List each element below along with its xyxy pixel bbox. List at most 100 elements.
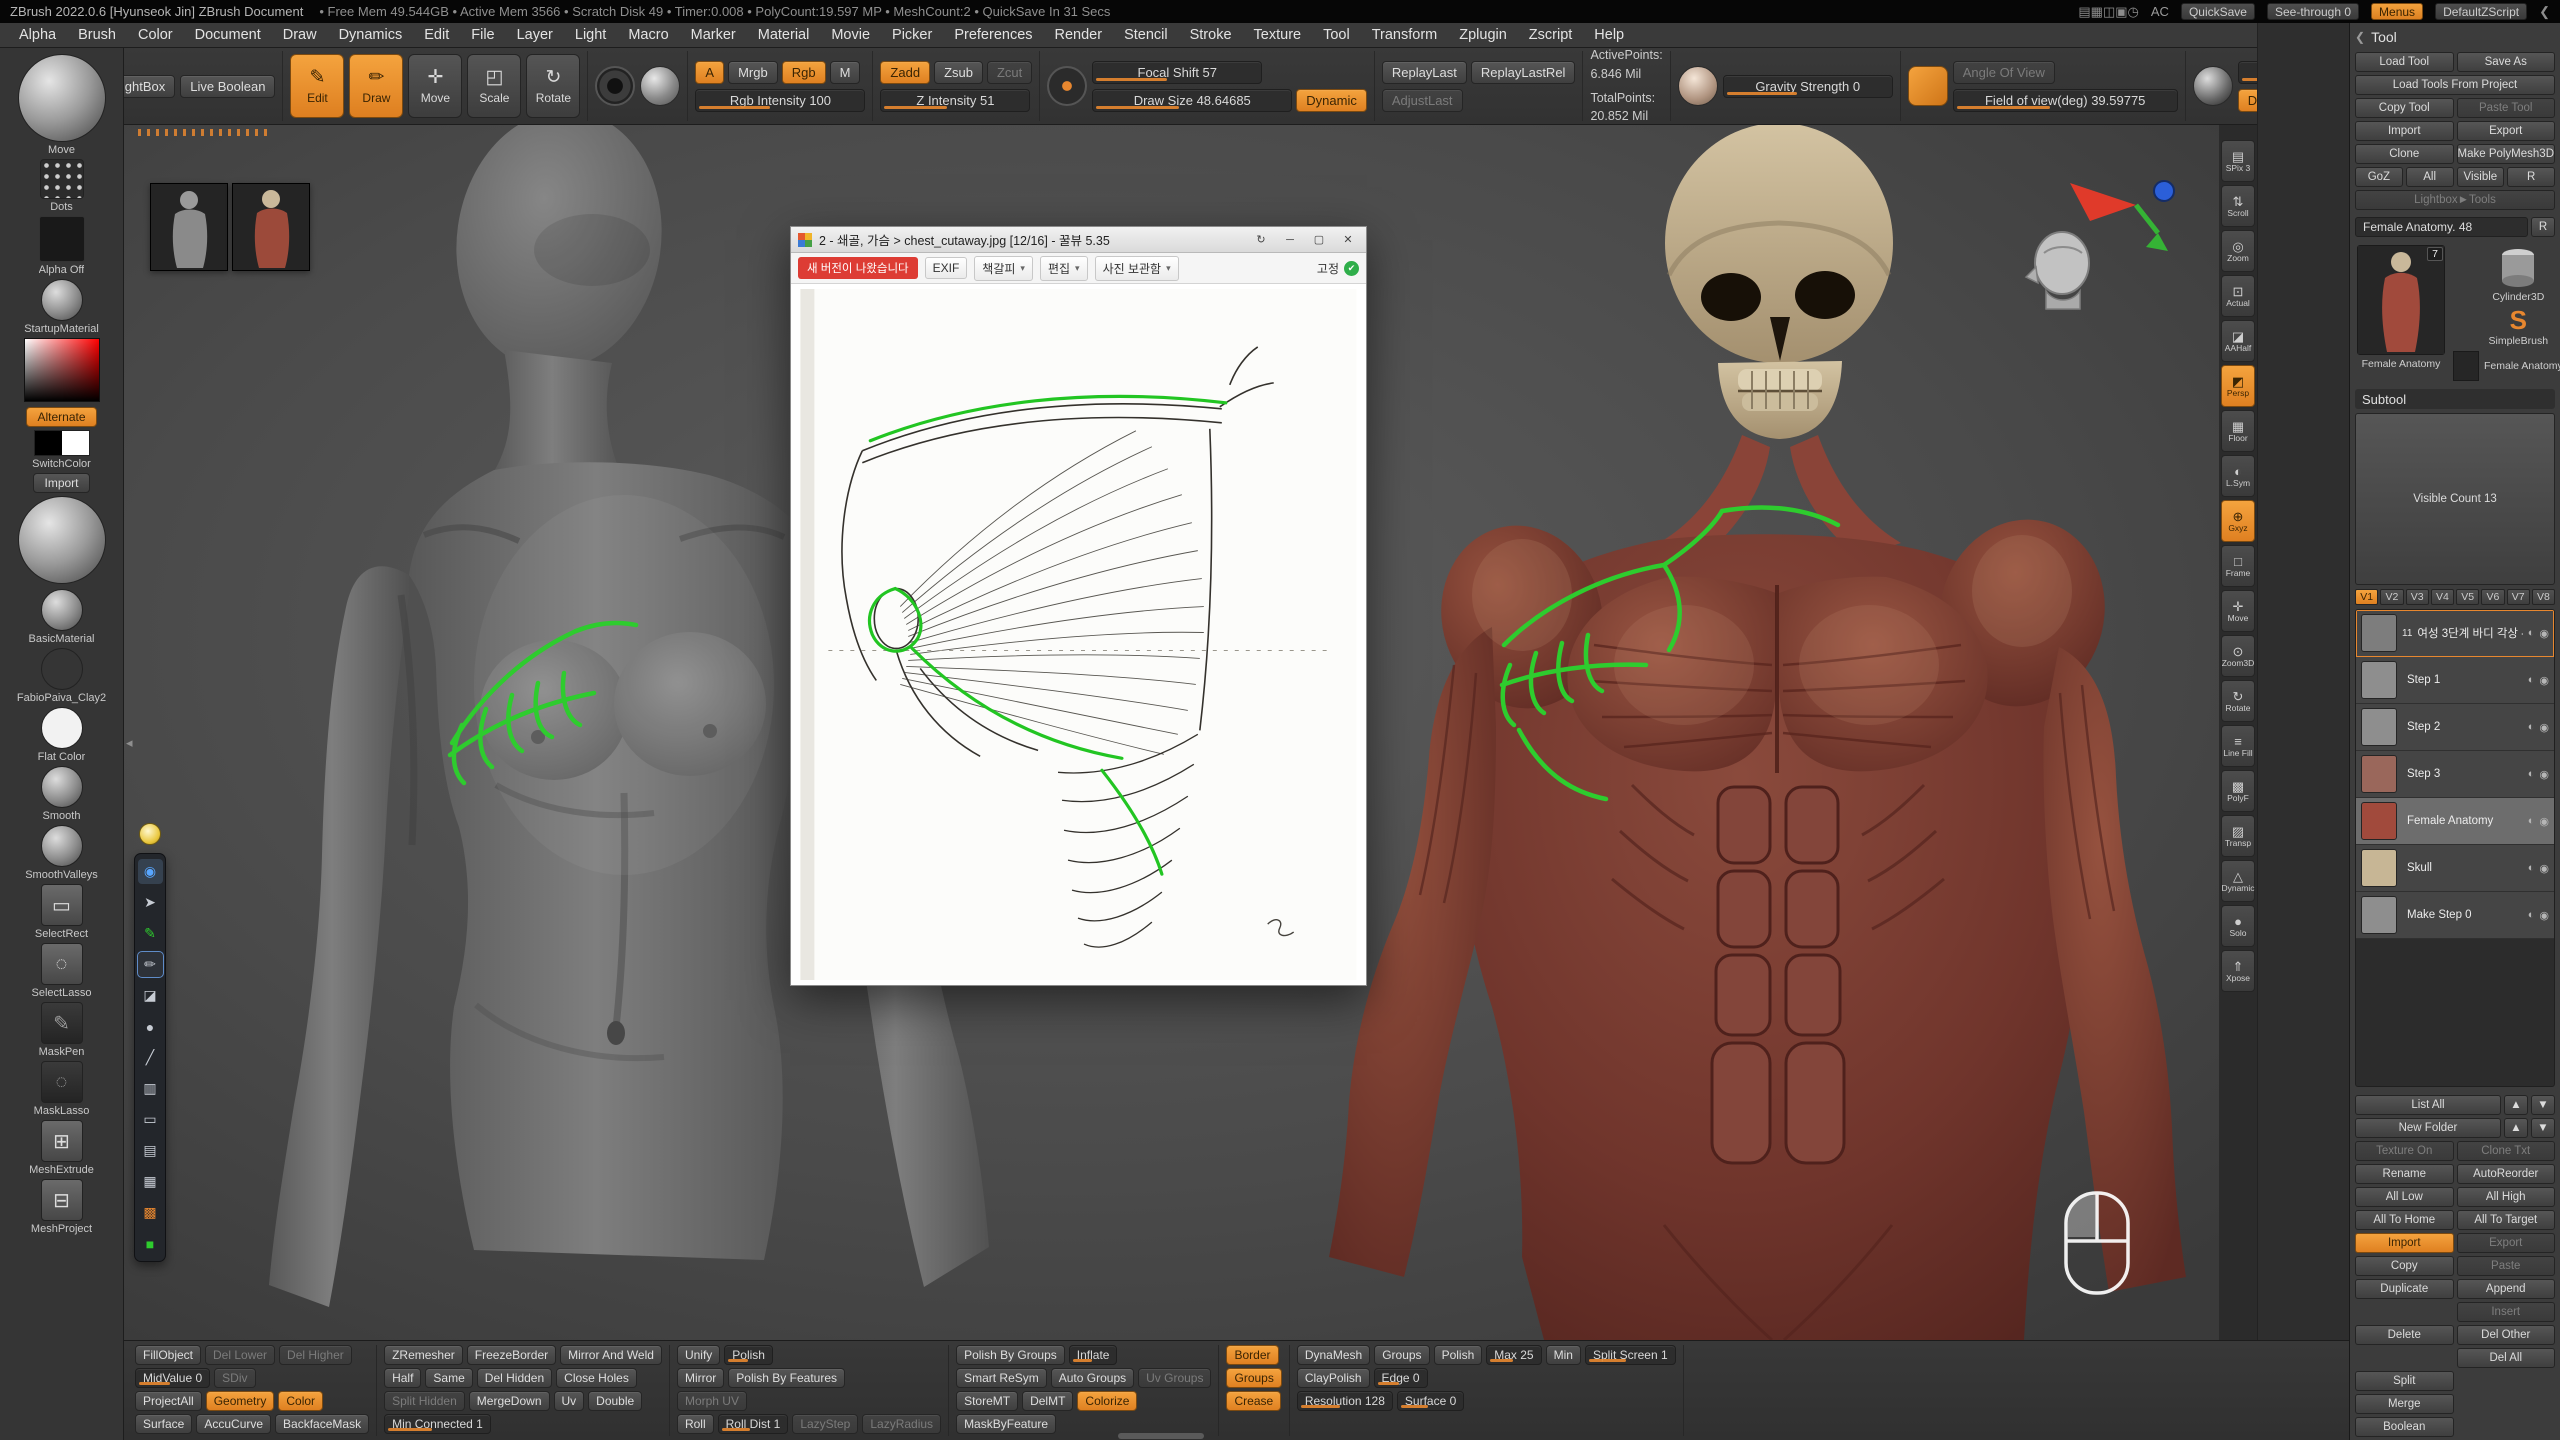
tool-action-button[interactable]: All xyxy=(2406,167,2454,187)
view-toggle-button[interactable]: ⇅ Scroll xyxy=(2221,185,2255,227)
subtool-action-button[interactable]: Boolean xyxy=(2355,1417,2454,1437)
menu-item[interactable]: Stencil xyxy=(1113,23,1179,47)
tool-action-button[interactable]: Import xyxy=(2355,121,2454,141)
visibility-eye-icon[interactable]: ◉ xyxy=(2539,627,2549,640)
subtool-action-button[interactable]: Delete xyxy=(2355,1325,2454,1345)
shelf-button[interactable]: MergeDown xyxy=(469,1391,550,1411)
shelf-button[interactable]: Double xyxy=(588,1391,642,1411)
subtool-item[interactable]: 11 여성 3단계 바디 각상 - [래 & ◐ ◉ xyxy=(2356,610,2554,657)
view-toggle-button[interactable]: ↻ Rotate xyxy=(2221,680,2255,722)
tool-action-button[interactable]: Paste Tool xyxy=(2457,98,2556,118)
tool-action-button[interactable]: Copy Tool xyxy=(2355,98,2454,118)
tool-r-button[interactable]: R xyxy=(2531,217,2555,237)
shelf-button[interactable]: Polish By Groups xyxy=(956,1345,1065,1365)
annotator-tool-button[interactable]: ◪ xyxy=(138,983,163,1008)
tray-handle-left-icon[interactable]: ◂ xyxy=(126,735,133,751)
angle-of-view-button[interactable]: Angle Of View xyxy=(1953,61,2055,84)
tool-action-button[interactable]: Clone xyxy=(2355,144,2454,164)
zsub-button[interactable]: Zsub xyxy=(934,61,983,84)
subtool-action-button[interactable]: AutoReorder xyxy=(2457,1164,2556,1184)
tray-item[interactable]: ⊞ MeshExtrude xyxy=(0,1120,123,1176)
menu-item[interactable]: Stroke xyxy=(1179,23,1243,47)
visibility-eye-icon[interactable]: ◉ xyxy=(2539,815,2549,828)
tray-item[interactable]: ◌ MaskLasso xyxy=(0,1061,123,1117)
shelf-button[interactable]: SDiv xyxy=(214,1368,255,1388)
shelf-button[interactable]: Split Hidden xyxy=(384,1391,465,1411)
zadd-button[interactable]: Zadd xyxy=(880,61,930,84)
adjust-last-button[interactable]: AdjustLast xyxy=(1382,89,1463,112)
subtool-item[interactable]: Female Anatomy ◐ ◉ xyxy=(2356,798,2554,845)
alpha-a-button[interactable]: A xyxy=(695,61,724,84)
shelf-button[interactable]: Groups xyxy=(1226,1368,1281,1388)
subtool-version-tab[interactable]: V5 xyxy=(2456,589,2479,605)
visibility-eye-icon[interactable]: ◉ xyxy=(2539,909,2549,922)
shelf-button[interactable]: ClayPolish xyxy=(1297,1368,1370,1388)
shelf-button[interactable]: StoreMT xyxy=(956,1391,1018,1411)
quicksave-button[interactable]: QuickSave xyxy=(2181,3,2255,20)
annotator-tool-button[interactable]: ✏ xyxy=(138,952,163,977)
menu-item[interactable]: Render xyxy=(1044,23,1114,47)
draw-size-slider[interactable]: Draw Size 48.64685 xyxy=(1092,89,1292,112)
shelf-button[interactable]: Mirror xyxy=(677,1368,724,1388)
tool-action-button[interactable]: Lightbox►Tools xyxy=(2355,190,2555,210)
exif-button[interactable]: EXIF xyxy=(925,257,968,279)
viewer-minimize-icon[interactable]: ─ xyxy=(1279,231,1301,249)
viewer-close-icon[interactable]: ✕ xyxy=(1337,231,1359,249)
tool-action-button[interactable]: Load Tool xyxy=(2355,52,2454,72)
tray-item[interactable]: Smooth xyxy=(0,766,123,822)
subtool-action-button[interactable]: Clone Txt xyxy=(2457,1141,2556,1161)
subtool-action-button[interactable]: Append xyxy=(2457,1279,2556,1299)
menu-item[interactable]: Zscript xyxy=(1518,23,1584,47)
tray-item[interactable]: ⊟ MeshProject xyxy=(0,1179,123,1235)
shelf-button[interactable]: Polish xyxy=(1434,1345,1483,1365)
annotator-tool-button[interactable]: ✎ xyxy=(138,921,163,946)
menu-item[interactable]: Color xyxy=(127,23,184,47)
tool-action-button[interactable]: Make PolyMesh3D xyxy=(2457,144,2556,164)
shelf-button[interactable]: ProjectAll xyxy=(135,1391,202,1411)
subtool-version-tab[interactable]: V7 xyxy=(2507,589,2530,605)
subtool-action-button[interactable]: ▲ xyxy=(2504,1095,2528,1115)
shelf-button[interactable]: ZRemesher xyxy=(384,1345,463,1365)
menu-item[interactable]: Edit xyxy=(413,23,460,47)
transform-mode-button[interactable]: ✎ Edit xyxy=(290,54,344,118)
shelf-button[interactable]: Edge 0 xyxy=(1374,1368,1428,1388)
cylinder3d-tool[interactable]: Cylinder3D xyxy=(2492,247,2544,303)
subtool-action-button[interactable]: All To Home xyxy=(2355,1210,2454,1230)
reference-thumbnail-anatomy[interactable] xyxy=(232,183,310,271)
m-button[interactable]: M xyxy=(830,61,861,84)
annotator-tool-button[interactable]: ╱ xyxy=(138,1045,163,1070)
clock-icon[interactable]: ◷ xyxy=(2128,4,2139,19)
annotator-tool-button[interactable]: ▥ xyxy=(138,1076,163,1101)
shelf-button[interactable]: LazyRadius xyxy=(862,1414,941,1434)
shelf-button[interactable]: Unify xyxy=(677,1345,720,1365)
tray-item[interactable]: Alpha Off xyxy=(0,216,123,276)
subtool-version-tab[interactable]: V2 xyxy=(2380,589,2403,605)
brush-icon[interactable] xyxy=(595,66,635,106)
view-toggle-button[interactable]: ◎ Zoom xyxy=(2221,230,2255,272)
transform-mode-button[interactable]: ↻ Rotate xyxy=(526,54,580,118)
subtool-action-button[interactable]: Import xyxy=(2355,1233,2454,1253)
subtool-action-button[interactable]: Texture On xyxy=(2355,1141,2454,1161)
subtool-action-button[interactable]: ▼ xyxy=(2531,1118,2555,1138)
tray-item[interactable]: SmoothValleys xyxy=(0,825,123,881)
simplebrush-tool[interactable]: S SimpleBrush xyxy=(2489,307,2549,347)
paint-toggle-icon[interactable]: ◐ xyxy=(2528,721,2535,733)
shelf-button[interactable]: Border xyxy=(1226,1345,1278,1365)
document-canvas[interactable]: ◉ ➤ ✎ ✏ ◪ xyxy=(124,125,2219,1340)
subtool-version-tab[interactable]: V3 xyxy=(2406,589,2429,605)
subtool-action-button[interactable]: Paste xyxy=(2457,1256,2556,1276)
tray-item[interactable]: Move xyxy=(0,54,123,156)
paint-toggle-icon[interactable]: ◐ xyxy=(2528,627,2535,639)
tool-action-button[interactable]: GoZ xyxy=(2355,167,2403,187)
view-toggle-button[interactable]: ≡ Line Fill xyxy=(2221,725,2255,767)
screen-icon[interactable]: ▣ xyxy=(2115,4,2127,19)
shelf-button[interactable]: Half xyxy=(384,1368,421,1388)
menu-item[interactable]: File xyxy=(460,23,505,47)
horizontal-scrollbar[interactable] xyxy=(1118,1433,1204,1439)
shelf-button[interactable]: AccuCurve xyxy=(196,1414,271,1434)
subtool-action-button[interactable]: Insert xyxy=(2457,1302,2556,1322)
update-notice-button[interactable]: 새 버전이 나왔습니다 xyxy=(798,257,918,279)
paint-toggle-icon[interactable]: ◐ xyxy=(2528,815,2535,827)
tray-item[interactable]: Alternate xyxy=(0,407,123,427)
photo-library-menu[interactable]: 사진 보관함▾ xyxy=(1095,256,1179,281)
